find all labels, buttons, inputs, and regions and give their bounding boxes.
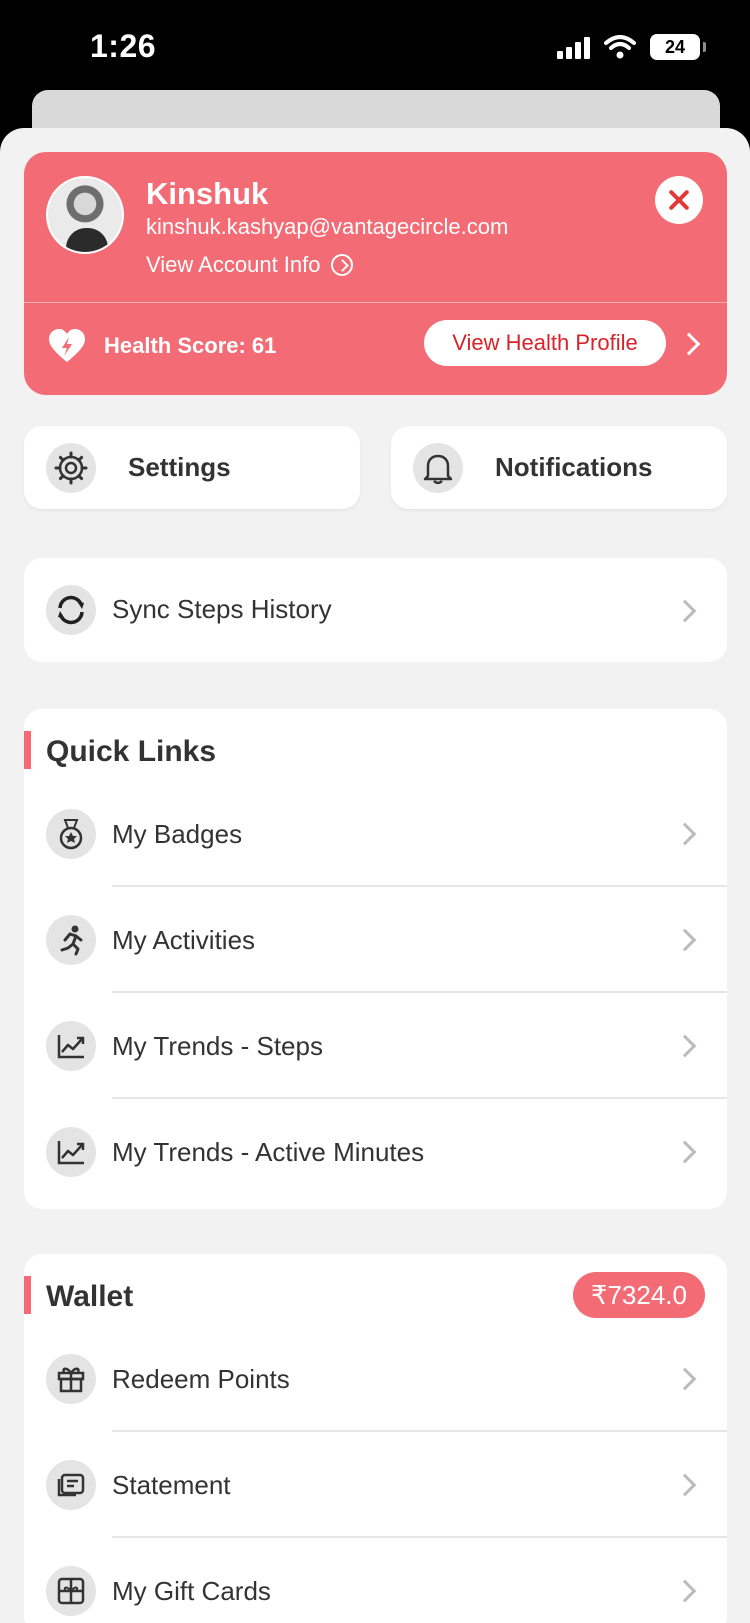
view-account-info-link[interactable]: View Account Info [146, 252, 353, 278]
health-score: Health Score: 61 [104, 333, 277, 358]
section-title: Quick Links [46, 735, 217, 768]
section-accent-bar [24, 731, 31, 769]
list-item-statement[interactable]: Statement [24, 1432, 727, 1538]
heart-pulse-icon [49, 329, 85, 362]
statement-icon [46, 1460, 96, 1510]
list-item-label: My Gift Cards [112, 1576, 271, 1606]
gift-card-icon [46, 1566, 96, 1616]
view-account-info-label: View Account Info [146, 252, 321, 277]
settings-label: Settings [128, 452, 231, 482]
chevron-right-icon [673, 928, 697, 952]
chevron-right-icon [673, 822, 697, 846]
list-item-redeem-points[interactable]: Redeem Points [24, 1326, 727, 1432]
bell-icon [413, 443, 463, 493]
profile-name: Kinshuk [146, 176, 269, 211]
chevron-right-icon[interactable] [677, 332, 701, 356]
battery-icon: 24 [650, 34, 706, 60]
section-accent-bar [24, 1276, 31, 1314]
badge-icon [46, 809, 96, 859]
running-icon [46, 915, 96, 965]
list-item-my-trends-active-minutes[interactable]: My Trends - Active Minutes [24, 1099, 727, 1205]
chevron-right-icon [673, 599, 697, 623]
list-item-label: My Activities [112, 925, 256, 955]
list-item-my-gift-cards[interactable]: My Gift Cards [24, 1538, 727, 1623]
list-item-label: My Badges [112, 819, 243, 849]
list-item-my-activities[interactable]: My Activities [24, 887, 727, 993]
settings-tile[interactable]: Settings [24, 426, 360, 509]
chevron-right-icon [673, 1034, 697, 1058]
trend-icon [46, 1021, 96, 1071]
list-item-my-trends-steps[interactable]: My Trends - Steps [24, 993, 727, 1099]
notifications-tile[interactable]: Notifications [391, 426, 727, 509]
wallet-section: Wallet ₹7324.0 Redeem Points Statement M… [24, 1254, 727, 1623]
notifications-label: Notifications [495, 452, 653, 482]
sync-icon [46, 585, 96, 635]
gift-icon [46, 1354, 96, 1404]
list-item-my-badges[interactable]: My Badges [24, 781, 727, 887]
chevron-right-icon [673, 1367, 697, 1391]
status-icons: 24 [557, 34, 706, 60]
list-item-label: My Trends - Steps [112, 1031, 323, 1061]
list-item-label: My Trends - Active Minutes [112, 1137, 425, 1167]
menu-sheet: Kinshuk kinshuk.kashyap@vantagecircle.co… [0, 128, 750, 1623]
cellular-signal-icon [557, 35, 590, 59]
section-title: Wallet [46, 1280, 134, 1313]
list-item-label: Statement [112, 1470, 231, 1500]
view-health-profile-button[interactable]: View Health Profile [424, 320, 666, 366]
avatar[interactable] [46, 176, 124, 254]
profile-email: kinshuk.kashyap@vantagecircle.com [146, 214, 509, 239]
list-item-label: Redeem Points [112, 1364, 290, 1394]
sync-steps-history-label: Sync Steps History [112, 594, 332, 624]
status-time: 1:26 [90, 28, 157, 64]
profile-card: Kinshuk kinshuk.kashyap@vantagecircle.co… [24, 152, 727, 395]
sync-steps-history-row[interactable]: Sync Steps History [24, 558, 727, 662]
divider [24, 302, 727, 303]
quick-links-section: Quick Links My Badges My Activities My T… [24, 709, 727, 1209]
wifi-icon [604, 35, 636, 59]
wallet-balance-badge: ₹7324.0 [572, 1272, 705, 1318]
chevron-right-icon [673, 1140, 697, 1164]
chevron-right-icon [673, 1579, 697, 1603]
close-button[interactable] [655, 176, 703, 224]
chevron-circle-icon [330, 254, 353, 276]
chevron-right-icon [673, 1473, 697, 1497]
settings-icon [46, 443, 96, 493]
status-bar: 1:26 24 [0, 0, 750, 95]
trend-icon [46, 1127, 96, 1177]
